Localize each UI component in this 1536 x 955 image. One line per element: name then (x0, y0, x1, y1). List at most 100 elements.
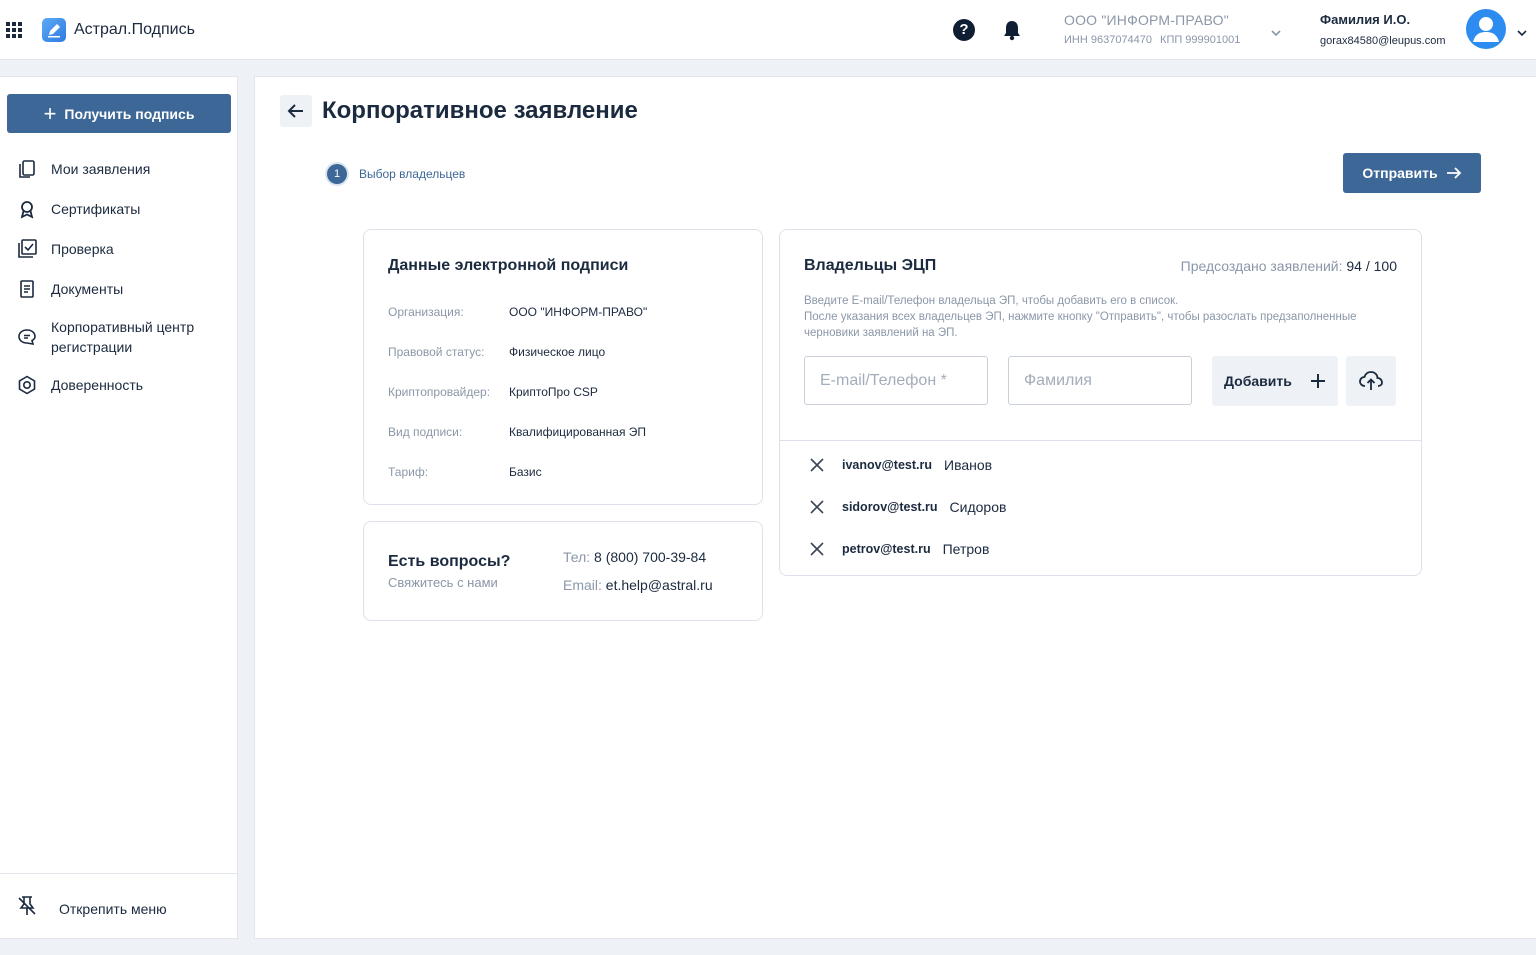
plus-icon (1311, 374, 1325, 388)
send-button[interactable]: Отправить (1343, 153, 1481, 193)
stepper-step: 1 Выбор владельцев (327, 164, 465, 184)
list-item: ivanov@test.ru Иванов (808, 456, 992, 474)
email-phone-input[interactable] (804, 356, 988, 405)
hint-line: Введите E-mail/Телефон владельца ЭП, что… (804, 295, 1179, 307)
owner-email: ivanov@test.ru (842, 458, 932, 472)
owner-surname: Петров (942, 541, 990, 557)
unpin-menu-label: Открепить меню (59, 900, 167, 917)
owners-divider (780, 440, 1421, 441)
hint-line: После указания всех владельцев ЭП, нажми… (804, 311, 1357, 339)
sidebar-item-power-of-attorney[interactable]: Доверенность (17, 375, 211, 395)
top-bar: Астрал.Подпись ? ООО "ИНФОРМ-ПРАВО" ИНН … (0, 0, 1536, 60)
counter-value: 94 / 100 (1346, 258, 1397, 274)
check-icon (17, 239, 37, 259)
unpin-icon (17, 895, 37, 922)
sidebar-item-label: Сертификаты (51, 201, 141, 217)
org-kpp: КПП 999901001 (1160, 34, 1241, 46)
back-button[interactable] (280, 95, 312, 127)
get-signature-label: Получить подпись (64, 105, 195, 122)
help-card: Есть вопросы? Свяжитесь с нами Тел: 8 (8… (363, 521, 763, 621)
shield-icon (17, 375, 37, 395)
page-title: Корпоративное заявление (322, 97, 638, 124)
row-value: ООО "ИНФОРМ-ПРАВО" (509, 305, 648, 319)
surname-input[interactable] (1008, 356, 1192, 405)
bell-icon[interactable] (1002, 19, 1022, 46)
sidebar-item-my-applications[interactable]: Мои заявления (17, 159, 211, 179)
row-key: Вид подписи: (388, 425, 463, 439)
plus-icon: + (43, 100, 57, 126)
help-title: Есть вопросы? (388, 553, 511, 570)
owner-email: sidorov@test.ru (842, 500, 938, 514)
sidebar-item-certificates[interactable]: Сертификаты (17, 199, 211, 219)
step-label: Выбор владельцев (359, 167, 466, 181)
sidebar-divider (0, 873, 237, 874)
help-subtitle: Свяжитесь с нами (388, 575, 498, 590)
help-phone: Тел: 8 (800) 700-39-84 (563, 549, 706, 565)
owner-surname: Иванов (944, 457, 993, 473)
row-key: Криптопровайдер: (388, 385, 491, 399)
documents-icon (17, 159, 37, 179)
arrow-left-icon (287, 104, 303, 118)
phone-value[interactable]: 8 (800) 700-39-84 (594, 549, 706, 565)
list-item: petrov@test.ru Петров (808, 540, 989, 558)
owners-title: Владельцы ЭЦП (804, 257, 937, 274)
help-icon[interactable]: ? (953, 19, 975, 41)
email-value[interactable]: et.help@astral.ru (606, 577, 713, 593)
user-info[interactable]: Фамилия И.О. gorax84580@leupus.com (1320, 12, 1446, 47)
user-name: Фамилия И.О. (1320, 12, 1411, 27)
chevron-down-icon[interactable] (1270, 24, 1282, 42)
arrow-right-icon (1446, 167, 1461, 179)
chat-icon (17, 327, 37, 347)
sidebar-item-documents[interactable]: Документы (17, 279, 211, 299)
org-inn: ИНН 9637074470 (1064, 34, 1153, 46)
signature-data-card: Данные электронной подписи Организация: … (363, 229, 763, 505)
organization-ids: ИНН 9637074470 КПП 999901001 (1064, 34, 1240, 46)
row-key: Тариф: (388, 465, 429, 479)
preset-counter: Предсоздано заявлений: 94 / 100 (1181, 258, 1397, 274)
email-label: Email: (563, 577, 602, 593)
sidebar-item-corporate-center[interactable]: Корпоративный центр регистрации (17, 317, 211, 357)
chevron-down-icon[interactable] (1516, 24, 1528, 42)
list-item: sidorov@test.ru Сидоров (808, 498, 1006, 516)
owner-surname: Сидоров (949, 499, 1007, 515)
sidebar-item-check[interactable]: Проверка (17, 239, 211, 259)
apps-grid-icon[interactable] (6, 22, 22, 38)
step-number: 1 (327, 164, 347, 184)
close-icon[interactable] (808, 540, 826, 558)
organization-selector[interactable]: ООО "ИНФОРМ-ПРАВО" ИНН 9637074470 КПП 999… (1064, 12, 1240, 46)
unpin-menu-button[interactable]: Открепить меню (17, 895, 167, 922)
counter-label: Предсоздано заявлений: (1180, 258, 1343, 274)
row-value: Физическое лицо (509, 345, 606, 359)
get-signature-button[interactable]: + Получить подпись (7, 94, 231, 133)
owners-hint: Введите E-mail/Телефон владельца ЭП, что… (804, 293, 1404, 341)
help-email: Email: et.help@astral.ru (563, 577, 713, 593)
row-value: Квалифицированная ЭП (509, 425, 647, 439)
card-title: Данные электронной подписи (388, 257, 629, 274)
row-value: Базис (509, 465, 542, 479)
phone-label: Тел: (563, 549, 591, 565)
sidebar: + Получить подпись Мои заявления Сертифи… (0, 76, 238, 939)
add-label: Добавить (1224, 373, 1292, 389)
add-owner-button[interactable]: Добавить (1212, 356, 1338, 406)
organization-name: ООО "ИНФОРМ-ПРАВО" (1064, 12, 1229, 28)
avatar-icon[interactable] (1466, 9, 1506, 49)
sidebar-item-label: Мои заявления (51, 161, 151, 177)
row-key: Организация: (388, 305, 464, 319)
upload-button[interactable] (1346, 356, 1396, 406)
row-key: Правовой статус: (388, 345, 485, 359)
certificate-icon (17, 199, 37, 219)
sidebar-item-label: Корпоративный центр регистрации (51, 319, 195, 355)
document-list-icon (17, 279, 37, 299)
close-icon[interactable] (808, 456, 826, 474)
owner-email: petrov@test.ru (842, 542, 931, 556)
app-logo-icon[interactable] (42, 18, 66, 42)
sidebar-item-label: Доверенность (51, 377, 144, 393)
user-email: gorax84580@leupus.com (1320, 35, 1446, 47)
cloud-upload-icon (1359, 371, 1383, 390)
owners-card: Владельцы ЭЦП Предсоздано заявлений: 94 … (779, 229, 1422, 576)
sidebar-item-label: Документы (51, 281, 124, 297)
row-value: КриптоПро CSP (509, 385, 598, 399)
sidebar-item-label: Проверка (51, 241, 114, 257)
app-title[interactable]: Астрал.Подпись (74, 21, 195, 39)
close-icon[interactable] (808, 498, 826, 516)
